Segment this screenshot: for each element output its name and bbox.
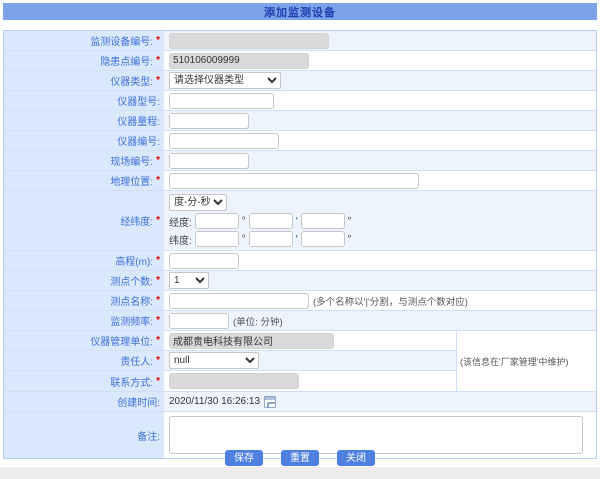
dialog-titlebar: 添加监测设备 bbox=[3, 3, 597, 20]
degree-mark: ° bbox=[242, 216, 246, 227]
required-mark: * bbox=[156, 155, 160, 166]
row-hazard-no: 隐患点编号:* bbox=[4, 51, 596, 71]
required-mark: * bbox=[156, 335, 160, 346]
elevation-input[interactable] bbox=[169, 253, 239, 269]
second-mark: ″ bbox=[348, 216, 352, 227]
longitude-sec-input[interactable] bbox=[301, 213, 345, 229]
hazard-no-input bbox=[169, 53, 309, 69]
frequency-label: 监测频率: bbox=[110, 313, 153, 328]
second-mark: ″ bbox=[348, 234, 352, 245]
field-no-label: 现场编号: bbox=[110, 153, 153, 168]
required-mark: * bbox=[156, 175, 160, 186]
bottom-strip bbox=[0, 467, 600, 479]
frequency-input[interactable] bbox=[169, 313, 229, 329]
instrument-type-label: 仪器类型: bbox=[110, 73, 153, 88]
remark-textarea[interactable] bbox=[169, 416, 583, 454]
instrument-no-input[interactable] bbox=[169, 133, 279, 149]
vendor-hint: (该信息在'厂家管理'中维护) bbox=[460, 355, 568, 368]
vendor-hint-cell: (该信息在'厂家管理'中维护) bbox=[456, 331, 596, 391]
instrument-no-label: 仪器编号: bbox=[117, 133, 160, 148]
hazard-no-label: 隐患点编号: bbox=[100, 53, 153, 68]
point-count-label: 测点个数: bbox=[110, 273, 153, 288]
device-no-label: 监测设备编号: bbox=[90, 33, 153, 48]
row-device-no: 监测设备编号:* bbox=[4, 31, 596, 51]
required-mark: * bbox=[156, 355, 160, 366]
required-mark: * bbox=[156, 215, 160, 226]
row-point-names: 测点名称:* (多个名称以'|'分割，与测点个数对应) bbox=[4, 291, 596, 311]
longitude-deg-input[interactable] bbox=[195, 213, 239, 229]
required-mark: * bbox=[156, 55, 160, 66]
device-no-input bbox=[169, 33, 329, 49]
point-names-hint: (多个名称以'|'分割，与测点个数对应) bbox=[313, 294, 468, 308]
row-frequency: 监测频率:* (单位: 分钟) bbox=[4, 311, 596, 331]
owner-label: 责任人: bbox=[120, 353, 153, 368]
created-value: 2020/11/30 16:26:13 bbox=[169, 396, 260, 407]
mgmt-unit-input bbox=[169, 333, 334, 349]
row-owner: 责任人:* null bbox=[4, 351, 456, 371]
latitude-deg-input[interactable] bbox=[195, 231, 239, 247]
longitude-label: 经度: bbox=[169, 214, 192, 229]
row-instrument-type: 仪器类型:* 请选择仪器类型 bbox=[4, 71, 596, 91]
latlng-format-select[interactable]: 度-分-秒 bbox=[169, 194, 227, 211]
contact-label: 联系方式: bbox=[110, 374, 153, 389]
point-names-input[interactable] bbox=[169, 293, 309, 309]
elevation-label: 高程(m): bbox=[115, 253, 153, 268]
required-mark: * bbox=[156, 275, 160, 286]
longitude-min-input[interactable] bbox=[249, 213, 293, 229]
remark-label: 备注: bbox=[137, 428, 160, 443]
instrument-range-label: 仪器量程: bbox=[117, 113, 160, 128]
required-mark: * bbox=[156, 376, 160, 387]
contact-input bbox=[169, 373, 299, 389]
row-latlng: 经纬度:* 度-分-秒 经度: ° ′ ″ 纬度: ° ′ ″ bbox=[4, 191, 596, 251]
owner-select[interactable]: null bbox=[169, 352, 259, 369]
row-instrument-range: 仪器量程: bbox=[4, 111, 596, 131]
created-label: 创建时间: bbox=[117, 394, 160, 409]
row-point-count: 测点个数:* 1 bbox=[4, 271, 596, 291]
required-mark: * bbox=[156, 295, 160, 306]
row-field-no: 现场编号:* bbox=[4, 151, 596, 171]
field-no-input[interactable] bbox=[169, 153, 249, 169]
minute-mark: ′ bbox=[296, 234, 298, 245]
point-names-label: 测点名称: bbox=[110, 293, 153, 308]
point-count-select[interactable]: 1 bbox=[169, 272, 209, 289]
minute-mark: ′ bbox=[296, 216, 298, 227]
location-label: 地理位置: bbox=[110, 173, 153, 188]
location-input[interactable] bbox=[169, 173, 419, 189]
mgmt-unit-label: 仪器管理单位: bbox=[90, 333, 153, 348]
row-location: 地理位置:* bbox=[4, 171, 596, 191]
row-mgmt-unit: 仪器管理单位:* bbox=[4, 331, 456, 351]
row-created: 创建时间: 2020/11/30 16:26:13 bbox=[4, 392, 596, 412]
row-elevation: 高程(m):* bbox=[4, 251, 596, 271]
required-mark: * bbox=[156, 35, 160, 46]
latitude-label: 纬度: bbox=[169, 232, 192, 247]
required-mark: * bbox=[156, 315, 160, 326]
latlng-label: 经纬度: bbox=[120, 213, 153, 228]
instrument-model-label: 仪器型号: bbox=[117, 93, 160, 108]
instrument-range-input[interactable] bbox=[169, 113, 249, 129]
row-instrument-model: 仪器型号: bbox=[4, 91, 596, 111]
save-button[interactable]: 保存 bbox=[225, 450, 263, 466]
instrument-type-select[interactable]: 请选择仪器类型 bbox=[169, 72, 281, 89]
row-contact: 联系方式:* bbox=[4, 371, 456, 391]
longitude-line: 经度: ° ′ ″ bbox=[169, 213, 351, 229]
latitude-line: 纬度: ° ′ ″ bbox=[169, 231, 351, 247]
device-form: 监测设备编号:* 隐患点编号:* 仪器类型:* 请选择仪器类型 仪器型号: 仪器… bbox=[3, 30, 597, 459]
instrument-model-input[interactable] bbox=[169, 93, 274, 109]
latitude-sec-input[interactable] bbox=[301, 231, 345, 247]
required-mark: * bbox=[156, 255, 160, 266]
latitude-min-input[interactable] bbox=[249, 231, 293, 247]
reset-button[interactable]: 重置 bbox=[281, 450, 319, 466]
required-mark: * bbox=[156, 75, 160, 86]
close-button[interactable]: 关闭 bbox=[337, 450, 375, 466]
row-instrument-no: 仪器编号: bbox=[4, 131, 596, 151]
calendar-icon[interactable] bbox=[264, 396, 276, 408]
frequency-hint: (单位: 分钟) bbox=[233, 314, 283, 328]
action-bar: 保存 重置 关闭 bbox=[0, 450, 600, 466]
degree-mark: ° bbox=[242, 234, 246, 245]
dialog-title: 添加监测设备 bbox=[264, 4, 336, 20]
vendor-group: 仪器管理单位:* 责任人:* null 联系方式:* (该信息在'厂家管理'中维… bbox=[4, 331, 596, 392]
